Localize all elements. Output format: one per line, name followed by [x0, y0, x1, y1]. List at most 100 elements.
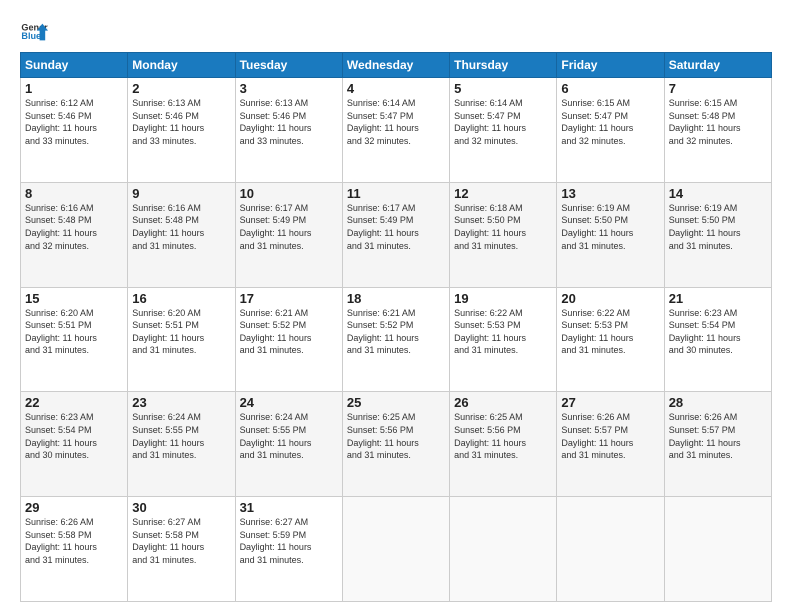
calendar-day-cell: 24Sunrise: 6:24 AM Sunset: 5:55 PM Dayli…	[235, 392, 342, 497]
logo: General Blue	[20, 18, 51, 46]
day-info: Sunrise: 6:16 AM Sunset: 5:48 PM Dayligh…	[132, 202, 230, 252]
calendar-table: SundayMondayTuesdayWednesdayThursdayFrid…	[20, 52, 772, 602]
logo-icon: General Blue	[20, 18, 48, 46]
day-info: Sunrise: 6:15 AM Sunset: 5:47 PM Dayligh…	[561, 97, 659, 147]
day-number: 21	[669, 291, 767, 306]
calendar-day-cell: 31Sunrise: 6:27 AM Sunset: 5:59 PM Dayli…	[235, 497, 342, 602]
day-info: Sunrise: 6:25 AM Sunset: 5:56 PM Dayligh…	[347, 411, 445, 461]
day-number: 12	[454, 186, 552, 201]
calendar-day-cell: 18Sunrise: 6:21 AM Sunset: 5:52 PM Dayli…	[342, 287, 449, 392]
day-number: 2	[132, 81, 230, 96]
day-number: 26	[454, 395, 552, 410]
calendar-day-cell: 4Sunrise: 6:14 AM Sunset: 5:47 PM Daylig…	[342, 78, 449, 183]
day-number: 14	[669, 186, 767, 201]
day-number: 3	[240, 81, 338, 96]
calendar-week-row: 29Sunrise: 6:26 AM Sunset: 5:58 PM Dayli…	[21, 497, 772, 602]
day-info: Sunrise: 6:25 AM Sunset: 5:56 PM Dayligh…	[454, 411, 552, 461]
calendar-week-row: 8Sunrise: 6:16 AM Sunset: 5:48 PM Daylig…	[21, 182, 772, 287]
day-info: Sunrise: 6:23 AM Sunset: 5:54 PM Dayligh…	[669, 307, 767, 357]
day-info: Sunrise: 6:21 AM Sunset: 5:52 PM Dayligh…	[240, 307, 338, 357]
day-info: Sunrise: 6:27 AM Sunset: 5:59 PM Dayligh…	[240, 516, 338, 566]
calendar-week-row: 22Sunrise: 6:23 AM Sunset: 5:54 PM Dayli…	[21, 392, 772, 497]
calendar-day-cell: 14Sunrise: 6:19 AM Sunset: 5:50 PM Dayli…	[664, 182, 771, 287]
calendar-day-cell: 30Sunrise: 6:27 AM Sunset: 5:58 PM Dayli…	[128, 497, 235, 602]
day-number: 10	[240, 186, 338, 201]
day-number: 20	[561, 291, 659, 306]
day-info: Sunrise: 6:13 AM Sunset: 5:46 PM Dayligh…	[240, 97, 338, 147]
day-info: Sunrise: 6:22 AM Sunset: 5:53 PM Dayligh…	[561, 307, 659, 357]
calendar-day-cell: 11Sunrise: 6:17 AM Sunset: 5:49 PM Dayli…	[342, 182, 449, 287]
day-info: Sunrise: 6:20 AM Sunset: 5:51 PM Dayligh…	[132, 307, 230, 357]
day-number: 25	[347, 395, 445, 410]
calendar-day-cell: 13Sunrise: 6:19 AM Sunset: 5:50 PM Dayli…	[557, 182, 664, 287]
header: General Blue	[20, 18, 772, 46]
day-info: Sunrise: 6:14 AM Sunset: 5:47 PM Dayligh…	[454, 97, 552, 147]
calendar-day-cell: 20Sunrise: 6:22 AM Sunset: 5:53 PM Dayli…	[557, 287, 664, 392]
day-header-sunday: Sunday	[21, 53, 128, 78]
day-info: Sunrise: 6:27 AM Sunset: 5:58 PM Dayligh…	[132, 516, 230, 566]
day-number: 29	[25, 500, 123, 515]
calendar-day-cell: 12Sunrise: 6:18 AM Sunset: 5:50 PM Dayli…	[450, 182, 557, 287]
day-info: Sunrise: 6:17 AM Sunset: 5:49 PM Dayligh…	[347, 202, 445, 252]
day-number: 1	[25, 81, 123, 96]
day-info: Sunrise: 6:12 AM Sunset: 5:46 PM Dayligh…	[25, 97, 123, 147]
calendar-day-cell: 29Sunrise: 6:26 AM Sunset: 5:58 PM Dayli…	[21, 497, 128, 602]
day-info: Sunrise: 6:26 AM Sunset: 5:58 PM Dayligh…	[25, 516, 123, 566]
day-info: Sunrise: 6:19 AM Sunset: 5:50 PM Dayligh…	[561, 202, 659, 252]
day-info: Sunrise: 6:15 AM Sunset: 5:48 PM Dayligh…	[669, 97, 767, 147]
day-number: 6	[561, 81, 659, 96]
day-info: Sunrise: 6:17 AM Sunset: 5:49 PM Dayligh…	[240, 202, 338, 252]
day-header-thursday: Thursday	[450, 53, 557, 78]
svg-text:Blue: Blue	[21, 31, 41, 41]
day-number: 23	[132, 395, 230, 410]
day-number: 31	[240, 500, 338, 515]
calendar-day-cell: 8Sunrise: 6:16 AM Sunset: 5:48 PM Daylig…	[21, 182, 128, 287]
calendar-day-cell: 6Sunrise: 6:15 AM Sunset: 5:47 PM Daylig…	[557, 78, 664, 183]
day-number: 16	[132, 291, 230, 306]
calendar-day-cell: 25Sunrise: 6:25 AM Sunset: 5:56 PM Dayli…	[342, 392, 449, 497]
calendar-day-cell: 23Sunrise: 6:24 AM Sunset: 5:55 PM Dayli…	[128, 392, 235, 497]
day-info: Sunrise: 6:20 AM Sunset: 5:51 PM Dayligh…	[25, 307, 123, 357]
calendar-day-cell: 7Sunrise: 6:15 AM Sunset: 5:48 PM Daylig…	[664, 78, 771, 183]
day-info: Sunrise: 6:21 AM Sunset: 5:52 PM Dayligh…	[347, 307, 445, 357]
calendar-week-row: 1Sunrise: 6:12 AM Sunset: 5:46 PM Daylig…	[21, 78, 772, 183]
day-header-monday: Monday	[128, 53, 235, 78]
day-header-wednesday: Wednesday	[342, 53, 449, 78]
calendar-week-row: 15Sunrise: 6:20 AM Sunset: 5:51 PM Dayli…	[21, 287, 772, 392]
day-info: Sunrise: 6:13 AM Sunset: 5:46 PM Dayligh…	[132, 97, 230, 147]
day-number: 22	[25, 395, 123, 410]
calendar-day-cell: 26Sunrise: 6:25 AM Sunset: 5:56 PM Dayli…	[450, 392, 557, 497]
calendar-day-cell: 9Sunrise: 6:16 AM Sunset: 5:48 PM Daylig…	[128, 182, 235, 287]
calendar-day-cell: 2Sunrise: 6:13 AM Sunset: 5:46 PM Daylig…	[128, 78, 235, 183]
day-info: Sunrise: 6:18 AM Sunset: 5:50 PM Dayligh…	[454, 202, 552, 252]
calendar-day-cell: 19Sunrise: 6:22 AM Sunset: 5:53 PM Dayli…	[450, 287, 557, 392]
day-info: Sunrise: 6:24 AM Sunset: 5:55 PM Dayligh…	[240, 411, 338, 461]
calendar-day-cell: 5Sunrise: 6:14 AM Sunset: 5:47 PM Daylig…	[450, 78, 557, 183]
day-number: 5	[454, 81, 552, 96]
day-info: Sunrise: 6:26 AM Sunset: 5:57 PM Dayligh…	[669, 411, 767, 461]
day-number: 18	[347, 291, 445, 306]
day-info: Sunrise: 6:14 AM Sunset: 5:47 PM Dayligh…	[347, 97, 445, 147]
day-number: 17	[240, 291, 338, 306]
calendar-day-cell: 3Sunrise: 6:13 AM Sunset: 5:46 PM Daylig…	[235, 78, 342, 183]
day-number: 7	[669, 81, 767, 96]
day-info: Sunrise: 6:22 AM Sunset: 5:53 PM Dayligh…	[454, 307, 552, 357]
calendar-day-cell: 17Sunrise: 6:21 AM Sunset: 5:52 PM Dayli…	[235, 287, 342, 392]
calendar-day-cell: 10Sunrise: 6:17 AM Sunset: 5:49 PM Dayli…	[235, 182, 342, 287]
day-number: 9	[132, 186, 230, 201]
day-header-saturday: Saturday	[664, 53, 771, 78]
day-number: 15	[25, 291, 123, 306]
day-header-tuesday: Tuesday	[235, 53, 342, 78]
calendar-day-cell	[450, 497, 557, 602]
day-number: 13	[561, 186, 659, 201]
calendar-day-cell: 16Sunrise: 6:20 AM Sunset: 5:51 PM Dayli…	[128, 287, 235, 392]
day-number: 24	[240, 395, 338, 410]
day-number: 28	[669, 395, 767, 410]
day-number: 30	[132, 500, 230, 515]
day-info: Sunrise: 6:16 AM Sunset: 5:48 PM Dayligh…	[25, 202, 123, 252]
day-number: 11	[347, 186, 445, 201]
day-number: 4	[347, 81, 445, 96]
calendar-day-cell: 1Sunrise: 6:12 AM Sunset: 5:46 PM Daylig…	[21, 78, 128, 183]
calendar-day-cell: 22Sunrise: 6:23 AM Sunset: 5:54 PM Dayli…	[21, 392, 128, 497]
calendar-day-cell: 27Sunrise: 6:26 AM Sunset: 5:57 PM Dayli…	[557, 392, 664, 497]
